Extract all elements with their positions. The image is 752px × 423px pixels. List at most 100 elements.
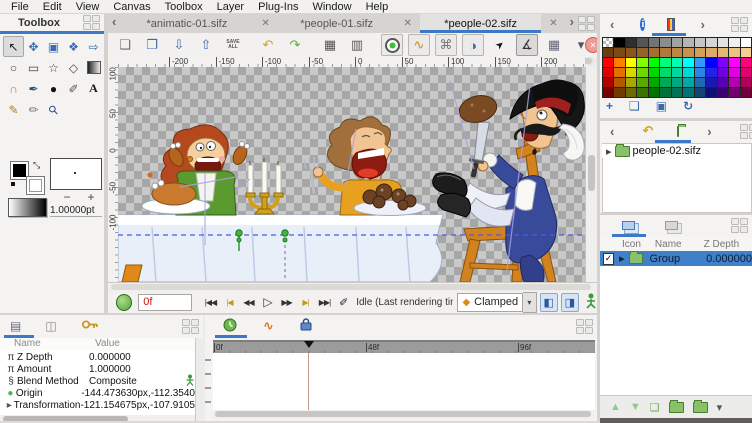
fill-tool[interactable]: ● [43,78,64,99]
seek-end-button[interactable]: ▶▶| [316,294,333,310]
palette-swatch[interactable] [683,48,694,58]
low-res-toggle[interactable]: ◑ [462,34,484,56]
palette-swatch[interactable] [718,88,729,98]
palette-swatch[interactable] [672,68,683,78]
raise-layer-button[interactable]: ▲ [610,401,621,413]
palette-swatch[interactable] [718,68,729,78]
palette-swatch[interactable] [683,58,694,68]
tab-people-01[interactable]: *people-01.sifz [278,14,396,33]
keyframe-lock-past-button[interactable]: ◧ [540,293,558,312]
timetrack-h-scrollbar[interactable] [213,410,595,419]
line-width-field[interactable]: 1.00000pt [50,205,102,217]
info-icon[interactable]: i [640,18,645,31]
palette-swatch[interactable] [614,78,625,88]
palette-swatch[interactable] [729,38,740,48]
palette-swatch[interactable] [695,48,706,58]
palette-swatch[interactable] [649,58,660,68]
gradient-swatch[interactable] [8,198,47,217]
tab-children[interactable]: ◫ [45,319,56,333]
save-as-button[interactable]: ⇧ [195,34,217,56]
keyframe-lock-future-button[interactable]: ◨ [561,293,579,312]
expander-icon[interactable]: ▸ [619,252,625,265]
interpolation-caret[interactable]: ▾ [523,292,536,313]
zoom-tool[interactable]: ⚲ [43,99,64,120]
panel-nav-left-icon[interactable]: ‹ [606,124,618,139]
panel-nav-left-icon[interactable]: ‹ [606,17,618,32]
panel-nav-right-icon[interactable]: › [703,124,715,139]
palette-swatch[interactable] [649,78,660,88]
layers-body[interactable] [600,266,752,395]
text-tool[interactable]: A [83,78,104,99]
palette-swatch[interactable] [637,48,648,58]
dock-handle[interactable] [182,319,199,334]
panel-nav-right-icon[interactable]: › [697,17,709,32]
tab-close-icon[interactable]: ✕ [253,14,277,33]
palette-swatch[interactable] [626,88,637,98]
mirror-tool[interactable]: ▣ [43,36,64,57]
menu-layer[interactable]: Layer [210,1,252,13]
tab-metadata[interactable] [300,318,312,334]
palette-swatch[interactable] [741,48,752,58]
tab-scroll-left-icon[interactable]: ‹ [108,14,120,33]
dock-handle[interactable] [740,124,752,139]
tab-timetrack[interactable] [223,318,237,335]
seek-begin-button[interactable]: |◀◀ [202,294,219,310]
palette-swatch[interactable] [741,78,752,88]
palette-swatch[interactable] [614,68,625,78]
open-file-button[interactable]: ❐ [141,34,163,56]
palette-swatch[interactable] [672,88,683,98]
preview-button[interactable]: ▥ [346,34,368,56]
new-group-button[interactable] [669,402,684,413]
palette-swatch[interactable] [614,58,625,68]
render-button[interactable]: ▦ [319,34,341,56]
dock-handle[interactable] [576,319,593,334]
col-value[interactable]: Value [95,338,120,349]
palette-swatch[interactable] [672,58,683,68]
menu-window[interactable]: Window [305,1,358,13]
palette-swatch[interactable] [695,78,706,88]
palette-swatch[interactable] [718,48,729,58]
palette-swatch[interactable] [729,48,740,58]
col-icon[interactable]: Icon [622,239,641,250]
palette-swatch[interactable] [718,78,729,88]
new-file-button[interactable]: ❏ [114,34,136,56]
transform-tool[interactable]: ↖ [3,36,24,57]
tab-params[interactable]: ▤ [10,319,21,333]
param-row[interactable]: πAmount1.000000 [0,363,195,375]
palette-swatch[interactable] [626,68,637,78]
tab-close-icon[interactable]: ✕ [541,14,565,33]
past-keyframe-lock-icon[interactable] [116,294,132,311]
canvas-workarea[interactable] [118,67,585,282]
interpolation-dropdown[interactable]: ◆ Clamped [457,293,523,312]
angle-snap-toggle[interactable]: ∡ [516,34,538,56]
add-color-button[interactable]: + [606,99,613,113]
param-row[interactable]: πZ Depth0.000000 [0,351,195,363]
new-layer-button[interactable]: ❏ [650,401,660,414]
palette-swatch[interactable] [695,88,706,98]
save-palette-button[interactable]: ▣ [656,99,667,113]
menu-file[interactable]: File [4,1,36,13]
brush-preview[interactable] [50,158,102,190]
bone-setup-icon[interactable] [585,293,597,312]
palette-swatch[interactable] [660,48,671,58]
undo-button[interactable]: ↶ [257,34,279,56]
palette-swatch[interactable] [741,88,752,98]
palette-swatch[interactable] [603,68,614,78]
expander-icon[interactable]: ▸ [606,145,612,158]
palette-swatch[interactable] [683,38,694,48]
canvas-browser-icon[interactable] [677,126,679,137]
tab-people-02[interactable]: *people-02.sifz [420,14,541,33]
col-name[interactable]: Name [655,239,682,250]
palette-swatch[interactable] [695,68,706,78]
palette-swatch[interactable] [741,38,752,48]
circle-tool[interactable]: ○ [3,57,24,78]
palette-swatch[interactable] [637,88,648,98]
layer-visibility-checkbox[interactable]: ✓ [603,253,614,265]
palette-swatch[interactable] [603,88,614,98]
menu-toolbox[interactable]: Toolbox [158,1,210,13]
palette-swatch[interactable] [729,68,740,78]
palette-swatch[interactable] [683,78,694,88]
palette-icon[interactable] [667,18,674,31]
palette-swatch[interactable] [614,88,625,98]
menu-view[interactable]: View [69,1,107,13]
